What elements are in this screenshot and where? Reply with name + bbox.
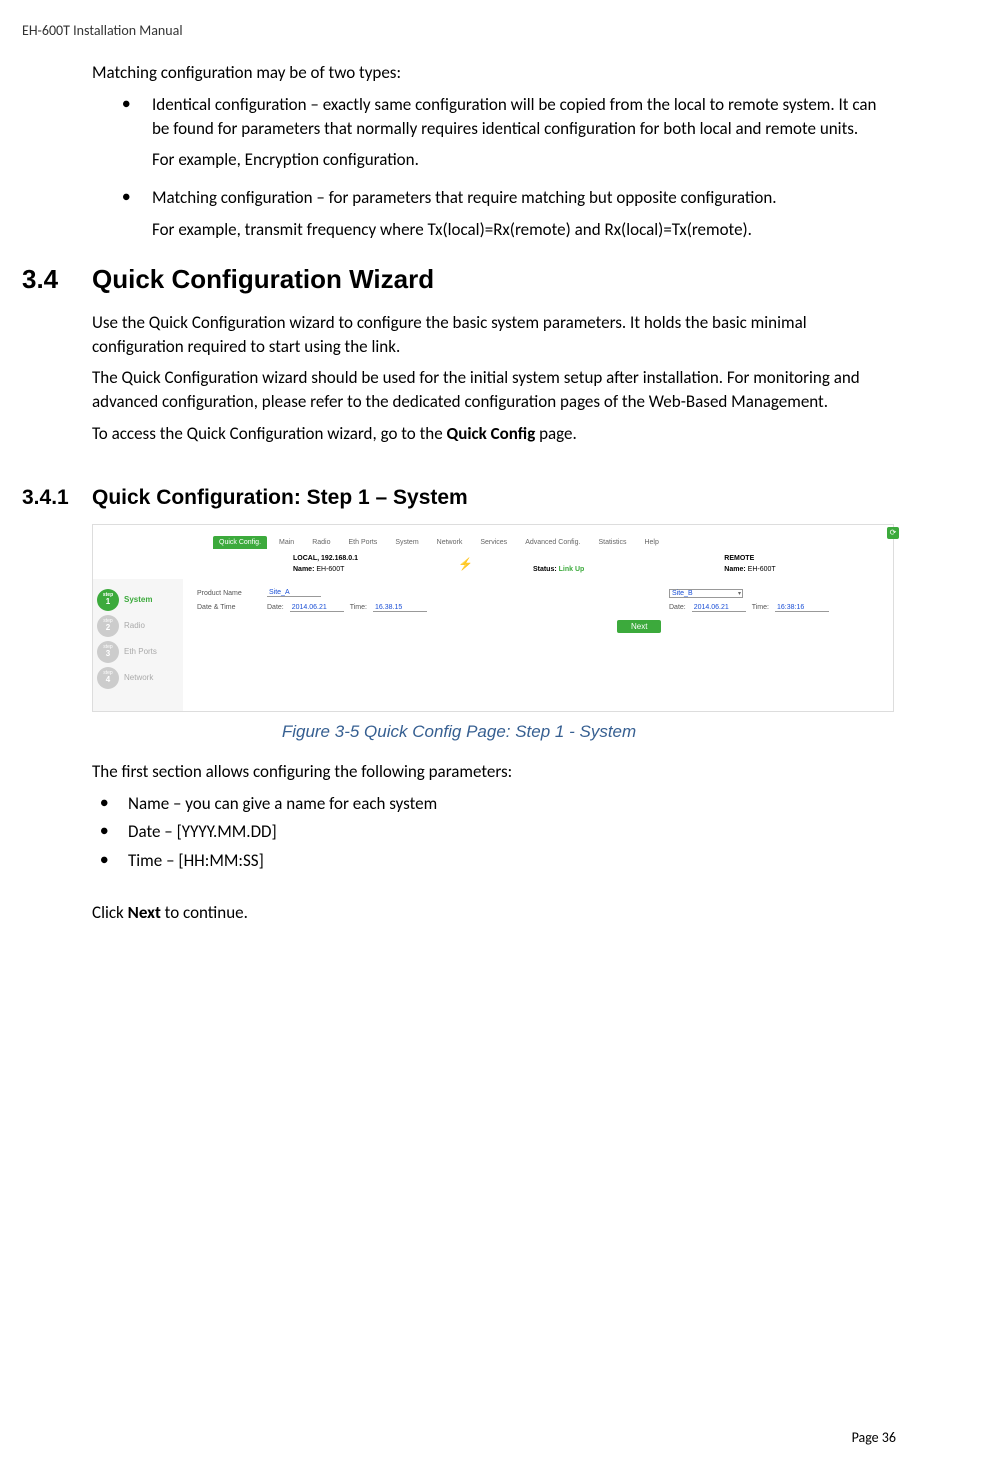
date-label: Date:	[267, 604, 284, 611]
section-3-4-heading: 3.4 Quick Configuration Wizard	[22, 264, 896, 295]
subsection-number: 3.4.1	[22, 486, 92, 510]
text: page.	[535, 423, 577, 444]
text: Click	[92, 902, 128, 923]
step-badge-icon: step1	[97, 589, 119, 611]
bullet-text: Time – [HH:MM:SS]	[128, 849, 264, 873]
tab-help[interactable]: Help	[638, 536, 664, 549]
wizard-steps: step1 System step2 Radio step3 Eth Ports st…	[93, 579, 183, 711]
link-status: ⚡	[458, 557, 473, 571]
date-time-row: Date & Time Date: 2014.06.21 Time: 16.38.1…	[197, 604, 879, 612]
bullet-item: ● Date – [YYYY.MM.DD]	[100, 820, 891, 844]
bullet-text: Identical configuration – exactly same c…	[152, 93, 891, 141]
next-button[interactable]: Next	[617, 620, 661, 633]
tab-main[interactable]: Main	[273, 536, 300, 549]
date-time-label: Date & Time	[197, 604, 267, 611]
step-label: Eth Ports	[124, 647, 157, 656]
paragraph: The first section allows configuring the…	[92, 760, 891, 784]
product-name-remote-select[interactable]: Site_B	[669, 589, 743, 598]
step-label: Network	[124, 673, 153, 682]
time-remote-input[interactable]: 16:38:16	[775, 604, 829, 612]
bullet-item: ● Time – [HH:MM:SS]	[100, 849, 891, 873]
step-1-system[interactable]: step1 System	[97, 589, 179, 611]
remote-name-value: EH-600T	[748, 566, 776, 573]
step-label: Radio	[124, 621, 145, 630]
tab-network[interactable]: Network	[431, 536, 469, 549]
bullet-text: Date – [YYYY.MM.DD]	[128, 820, 277, 844]
info-row: LOCAL, 192.168.0.1 Name: EH-600T ⚡ Statu…	[93, 549, 893, 579]
step-2-radio[interactable]: step2 Radio	[97, 615, 179, 637]
product-name-label: Product Name	[197, 590, 267, 597]
bullet-icon: ●	[100, 792, 128, 816]
refresh-icon[interactable]: ⟳	[887, 527, 899, 539]
bullet-item: ● Identical configuration – exactly same…	[122, 93, 891, 141]
tab-advanced[interactable]: Advanced Config.	[519, 536, 586, 549]
bullet-item: ● Matching configuration – for parameter…	[122, 186, 891, 210]
name-label: Name:	[724, 566, 745, 573]
paragraph: The Quick Configuration wizard should be…	[92, 366, 891, 414]
bullet-text: Name – you can give a name for each syst…	[128, 792, 437, 816]
bullet-icon: ●	[122, 93, 152, 141]
tab-quick-config[interactable]: Quick Config.	[213, 536, 267, 549]
intro-text: Matching configuration may be of two typ…	[92, 61, 891, 85]
quick-config-bold: Quick Config	[447, 423, 536, 444]
steps-pane: step1 System step2 Radio step3 Eth Ports st…	[93, 579, 893, 711]
section-number: 3.4	[22, 264, 92, 295]
tab-eth-ports[interactable]: Eth Ports	[343, 536, 384, 549]
bullet-icon: ●	[100, 820, 128, 844]
date-local-input[interactable]: 2014.06.21	[290, 604, 344, 612]
embedded-screenshot: ⟳ Quick Config. Main Radio Eth Ports Sys…	[92, 524, 894, 712]
status-value: Link Up	[559, 566, 585, 573]
paragraph: Use the Quick Configuration wizard to co…	[92, 311, 891, 359]
subsection-title: Quick Configuration: Step 1 – System	[92, 486, 468, 510]
date-label: Date:	[669, 604, 686, 611]
bullet-icon: ●	[122, 186, 152, 210]
step-3-eth[interactable]: step3 Eth Ports	[97, 641, 179, 663]
tab-statistics[interactable]: Statistics	[592, 536, 632, 549]
step-badge-icon: step4	[97, 667, 119, 689]
status-line: Status: Link Up	[533, 566, 584, 573]
click-next-line: Click Next to continue.	[92, 901, 891, 925]
form-area: Product Name Site_A Site_B Date & Time D…	[183, 579, 893, 711]
figure-caption: Figure 3-5 Quick Config Page: Step 1 - S…	[22, 722, 896, 742]
local-info: LOCAL, 192.168.0.1 Name: EH-600T	[293, 555, 358, 573]
local-ip-label: LOCAL, 192.168.0.1	[293, 555, 358, 562]
page-number: Page 36	[852, 1429, 896, 1446]
doc-header: EH-600T Installation Manual	[22, 22, 896, 39]
tab-services[interactable]: Services	[474, 536, 513, 549]
product-name-row: Product Name Site_A Site_B	[197, 589, 879, 598]
step-badge-icon: step2	[97, 615, 119, 637]
local-name-line: Name: EH-600T	[293, 566, 358, 573]
status-col: Status: Link Up	[533, 555, 584, 573]
section-3-4-1-heading: 3.4.1 Quick Configuration: Step 1 – Syst…	[22, 486, 896, 510]
nav-tabs: Quick Config. Main Radio Eth Ports Syste…	[93, 525, 881, 549]
next-bold: Next	[128, 902, 161, 923]
text: To access the Quick Configuration wizard…	[92, 423, 447, 444]
tab-system[interactable]: System	[389, 536, 424, 549]
local-name-value: EH-600T	[316, 566, 344, 573]
time-local-input[interactable]: 16.38.15	[373, 604, 427, 612]
time-label: Time:	[350, 604, 367, 611]
tab-radio[interactable]: Radio	[306, 536, 336, 549]
bullet-text: Matching configuration – for parameters …	[152, 186, 777, 210]
name-label: Name:	[293, 566, 314, 573]
remote-info: REMOTE Name: EH-600T	[724, 555, 775, 573]
text: to continue.	[161, 902, 248, 923]
date-remote-input[interactable]: 2014.06.21	[692, 604, 746, 612]
time-label: Time:	[752, 604, 769, 611]
bullet-subtext: For example, transmit frequency where Tx…	[152, 218, 891, 242]
status-label: Status:	[533, 566, 557, 573]
lightning-icon: ⚡	[458, 557, 473, 571]
step-badge-icon: step3	[97, 641, 119, 663]
bullet-icon: ●	[100, 849, 128, 873]
product-name-local-input[interactable]: Site_A	[267, 589, 321, 597]
bullet-subtext: For example, Encryption configuration.	[152, 148, 891, 172]
remote-label: REMOTE	[724, 555, 775, 562]
section-title: Quick Configuration Wizard	[92, 264, 434, 295]
bullet-item: ● Name – you can give a name for each sy…	[100, 792, 891, 816]
step-4-network[interactable]: step4 Network	[97, 667, 179, 689]
step-label: System	[124, 595, 152, 604]
paragraph: To access the Quick Configuration wizard…	[92, 422, 891, 446]
remote-name-line: Name: EH-600T	[724, 566, 775, 573]
